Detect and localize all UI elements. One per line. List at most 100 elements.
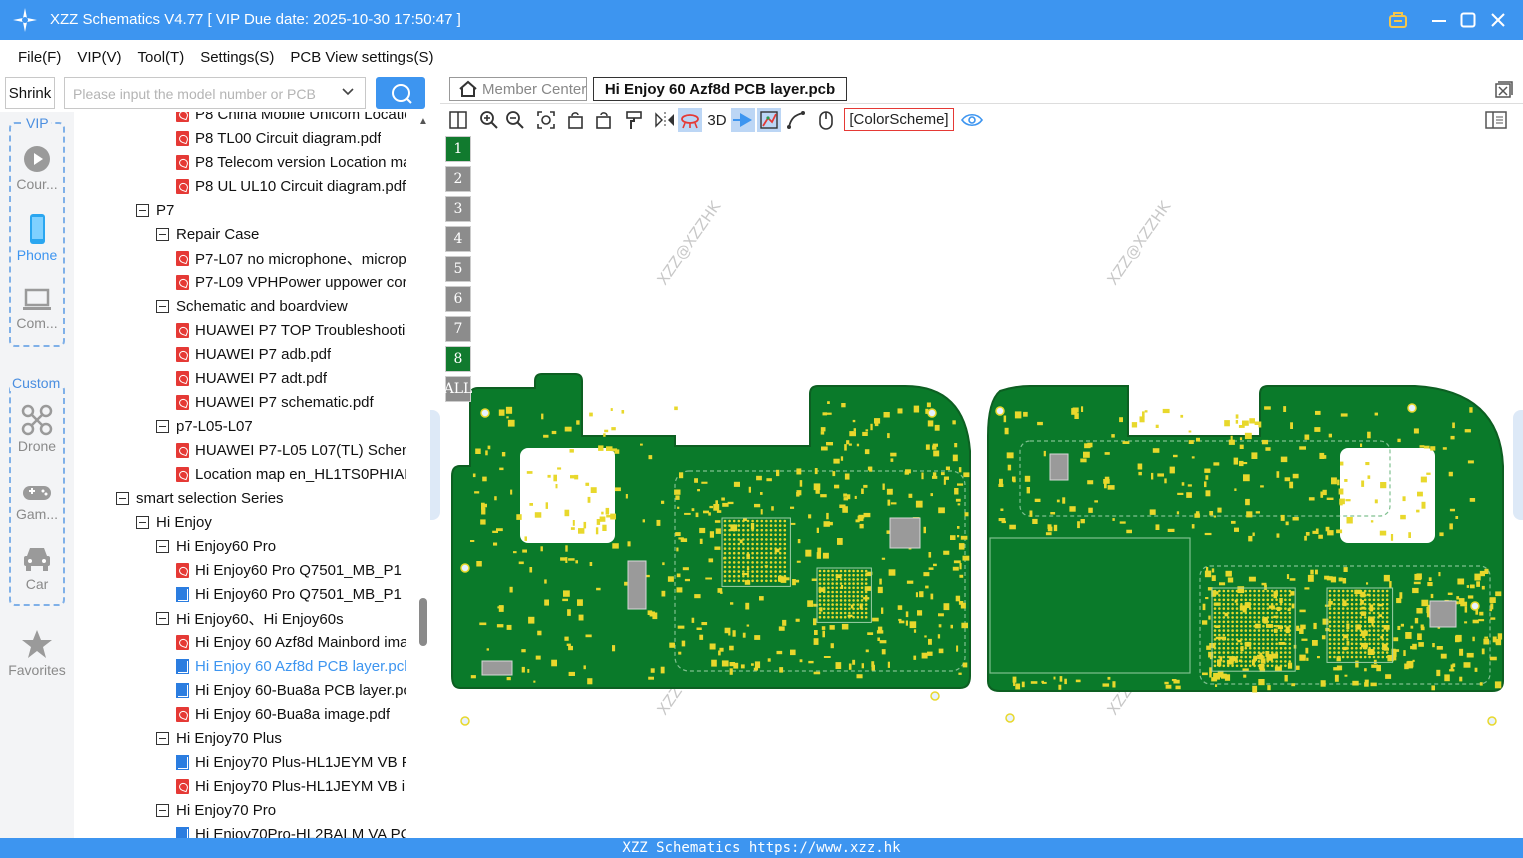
rail-item-game[interactable]: Gam...	[0, 482, 74, 522]
search-button[interactable]	[376, 77, 425, 109]
tree-file[interactable]: P8 China Mobile Unicom Location map	[176, 112, 406, 126]
skin-icon[interactable]	[1387, 9, 1409, 31]
tree-file[interactable]: P7-L09 VPHPower uppower cord	[176, 270, 406, 294]
collapse-toggle-icon[interactable]	[156, 731, 169, 745]
tree-file[interactable]: Hi Enjoy 60 Azf8d Mainbord image	[176, 630, 406, 654]
zoom-out-button[interactable]	[503, 108, 527, 132]
tree-file[interactable]: HUAWEI P7 adb.pdf	[176, 342, 406, 366]
collapse-toggle-icon[interactable]	[156, 419, 169, 433]
chevron-down-icon[interactable]	[340, 84, 356, 100]
layer-button[interactable]: ALL	[444, 376, 472, 402]
tree-item-label: Repair Case	[176, 225, 260, 243]
tree-file[interactable]: P8 Telecom version Location map.pdf	[176, 150, 406, 174]
format-painter-button[interactable]	[622, 108, 646, 132]
layer-button[interactable]: 2	[445, 166, 471, 192]
tree-folder[interactable]: Repair Case	[156, 222, 406, 246]
layer-button[interactable]: 8	[445, 346, 471, 372]
menu-tool[interactable]: Tool(T)	[138, 49, 185, 66]
tree-file[interactable]: P8 UL UL10 Circuit diagram.pdf	[176, 174, 406, 198]
collapse-toggle-icon[interactable]	[136, 203, 149, 217]
tab-member-center[interactable]: Member Center	[449, 77, 587, 101]
search-input[interactable]: Please input the model number or PCB	[64, 77, 366, 109]
layer-button[interactable]: 6	[445, 286, 471, 312]
rail-item-favorites[interactable]: Favorites	[0, 628, 74, 678]
collapse-toggle-icon[interactable]	[156, 539, 169, 553]
shrink-button[interactable]: Shrink	[5, 77, 55, 109]
rail-item-label: Drone	[17, 438, 57, 454]
rail-item-car[interactable]: Car	[0, 544, 74, 592]
tree-file[interactable]: Location map en_HL1TS0PHIAM	[176, 462, 406, 486]
visibility-button[interactable]	[960, 108, 984, 132]
tree-file[interactable]: Hi Enjoy70 Plus-HL1JEYM VB image	[176, 774, 406, 798]
collapse-toggle-icon[interactable]	[156, 299, 169, 313]
pcb-canvas[interactable]: XZZ@XZZHKXZZ@XZZHKXZZ@XZZHKXZZ@XZZHK	[440, 136, 1523, 838]
tree-folder[interactable]: Hi Enjoy	[136, 510, 406, 534]
tree-file[interactable]: Hi Enjoy 60-Bua8a PCB layer.pcb	[176, 678, 406, 702]
tree-file[interactable]: P8 TL00 Circuit diagram.pdf	[176, 126, 406, 150]
menu-file[interactable]: File(F)	[18, 49, 61, 66]
collapse-toggle-icon[interactable]	[136, 515, 149, 529]
right-collapse-handle[interactable]	[1513, 410, 1523, 520]
side-panel-button[interactable]	[1484, 108, 1508, 132]
tree-folder[interactable]: smart selection Series	[116, 486, 406, 510]
3d-view-button[interactable]: 3D	[704, 108, 730, 132]
tree-folder[interactable]: Hi Enjoy70 Pro	[156, 798, 406, 822]
tree-file[interactable]: Hi Enjoy 60 Azf8d PCB layer.pcb	[176, 654, 406, 678]
fit-view-button[interactable]	[534, 108, 558, 132]
highlight-net-button[interactable]	[678, 108, 702, 132]
rail-item-drone[interactable]: Drone	[0, 404, 74, 454]
tree-folder[interactable]: Hi Enjoy60 Pro	[156, 534, 406, 558]
tree-scrollbar[interactable]	[416, 112, 430, 838]
tree-file[interactable]: Hi Enjoy60 Pro Q7501_MB_P1 MB	[176, 558, 406, 582]
scroll-up-icon[interactable]: ▲	[418, 116, 428, 127]
collapse-toggle-icon[interactable]	[156, 227, 169, 241]
tree-file[interactable]: HUAWEI P7-L05 L07(TL) Schematic	[176, 438, 406, 462]
menu-settings[interactable]: Settings(S)	[200, 49, 274, 66]
trace-view-button[interactable]	[757, 108, 781, 132]
tree-file[interactable]: HUAWEI P7 schematic.pdf	[176, 390, 406, 414]
rail-item-phone[interactable]: Phone	[0, 213, 74, 263]
layer-button[interactable]: 1	[445, 136, 471, 162]
minimize-button[interactable]	[1428, 9, 1450, 31]
layer-button[interactable]: 4	[445, 226, 471, 252]
menu-vip[interactable]: VIP(V)	[77, 49, 121, 66]
tab-active-file[interactable]: Hi Enjoy 60 Azf8d PCB layer.pcb	[593, 77, 847, 101]
maximize-button[interactable]	[1457, 9, 1479, 31]
layer-button[interactable]: 3	[445, 196, 471, 222]
rail-item-computer[interactable]: Com...	[0, 287, 74, 331]
pdf-file-icon	[176, 394, 189, 410]
tree-file[interactable]: Hi Enjoy70 Plus-HL1JEYM VB PCB	[176, 750, 406, 774]
collapse-toggle-icon[interactable]	[156, 611, 169, 625]
rotate-left-button[interactable]	[564, 108, 588, 132]
colorscheme-button[interactable]: [ColorScheme]	[844, 108, 954, 131]
layer-button[interactable]: 7	[445, 316, 471, 342]
mouse-mode-button[interactable]	[814, 108, 838, 132]
tree-folder[interactable]: Hi Enjoy70 Plus	[156, 726, 406, 750]
tree-folder[interactable]: p7-L05-L07	[156, 414, 406, 438]
close-button[interactable]	[1487, 9, 1509, 31]
tree-file[interactable]: Hi Enjoy60 Pro Q7501_MB_P1 PCB	[176, 582, 406, 606]
zoom-in-button[interactable]	[477, 108, 501, 132]
collapse-handle[interactable]	[430, 410, 440, 520]
tree-file[interactable]: HUAWEI P7 TOP Troubleshooting	[176, 318, 406, 342]
mirror-button[interactable]	[653, 108, 677, 132]
line-tool-button[interactable]	[784, 108, 808, 132]
tree-folder[interactable]: P7	[136, 198, 406, 222]
tree-item-label: HUAWEI P7 TOP Troubleshooting	[195, 321, 406, 339]
tree-folder[interactable]: Hi Enjoy60、Hi Enjoy60s	[156, 606, 406, 630]
select-tool-button[interactable]	[731, 108, 755, 132]
layer-button[interactable]: 5	[445, 256, 471, 282]
tree-file[interactable]: HUAWEI P7 adt.pdf	[176, 366, 406, 390]
tree-file[interactable]: Hi Enjoy 60-Bua8a image.pdf	[176, 702, 406, 726]
menu-pcb-view-settings[interactable]: PCB View settings(S)	[290, 49, 433, 66]
tree-scrollbar-thumb[interactable]	[419, 598, 427, 646]
tree-file[interactable]: Hi Enjoy70Pro-HL2BALM VA PCB	[176, 822, 406, 838]
collapse-toggle-icon[interactable]	[156, 803, 169, 817]
split-view-button[interactable]	[446, 108, 470, 132]
tree-folder[interactable]: Schematic and boardview	[156, 294, 406, 318]
rail-item-course[interactable]: Cour...	[0, 144, 74, 192]
collapse-toggle-icon[interactable]	[116, 491, 129, 505]
rotate-right-button[interactable]	[591, 108, 615, 132]
tree-file[interactable]: P7-L07 no microphone、microphone problem	[176, 246, 406, 270]
close-tabs-icon[interactable]	[1493, 79, 1513, 99]
